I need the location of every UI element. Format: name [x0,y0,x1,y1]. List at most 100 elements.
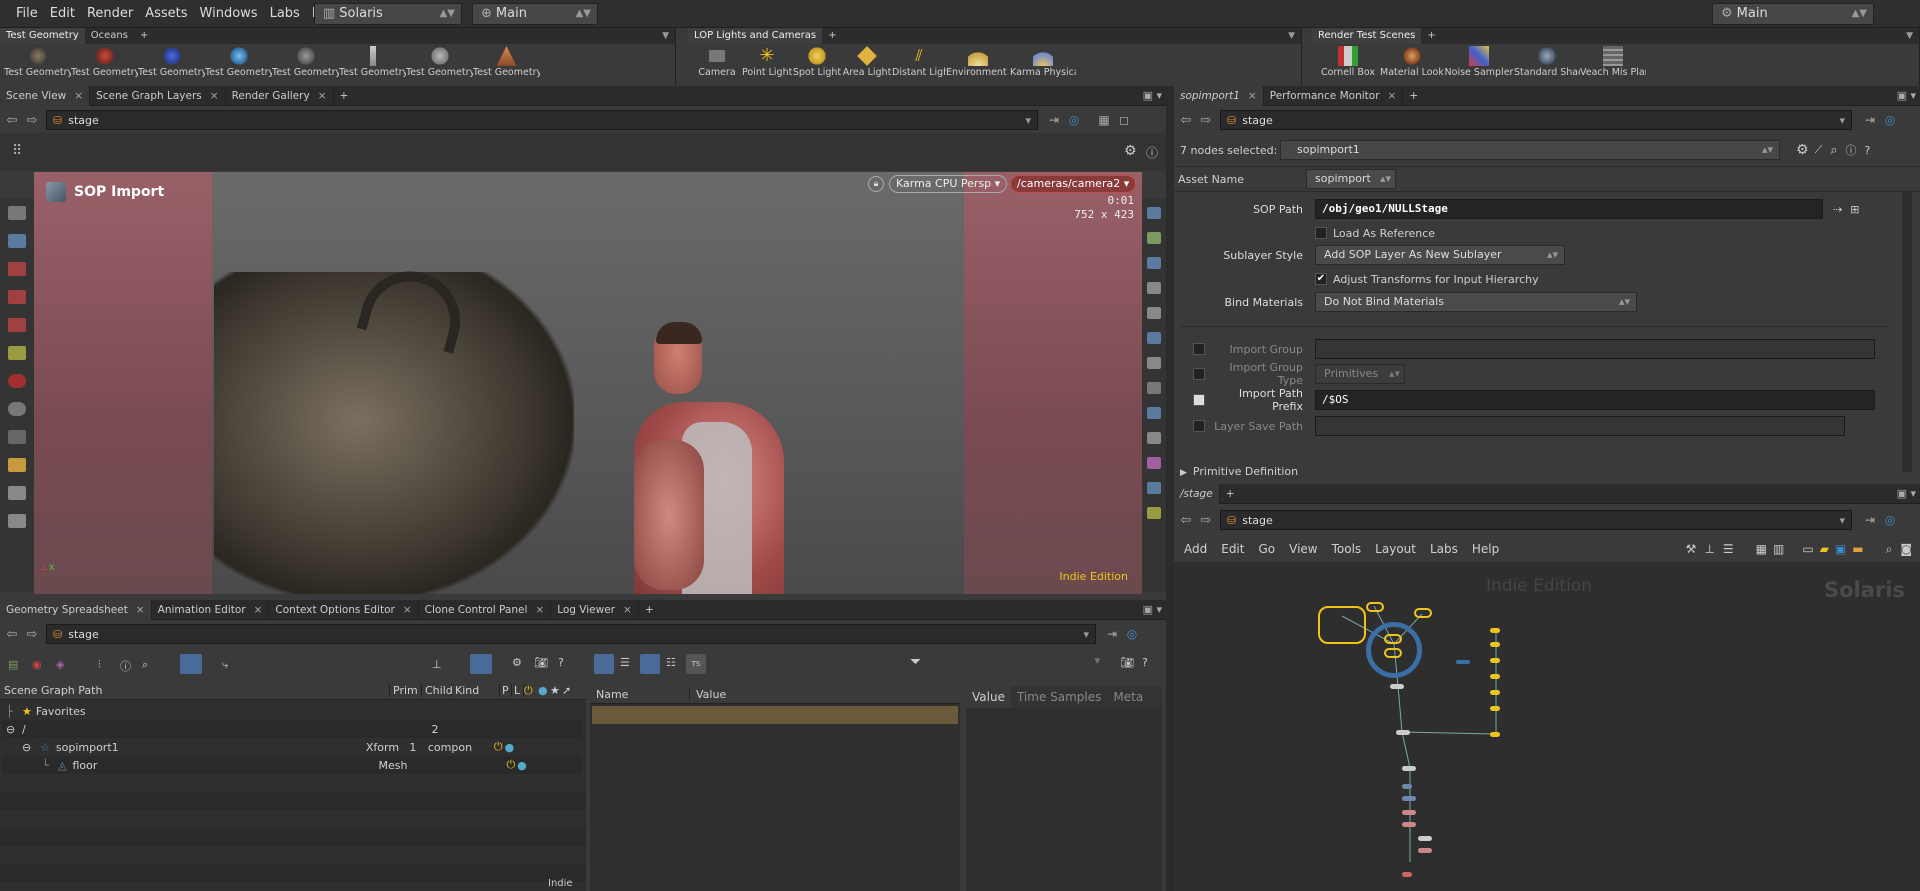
node-selector[interactable]: sopimport1 ▴▾ [1280,140,1780,160]
pane-layout-icon[interactable]: ▣ ▾ [1897,487,1920,500]
node-render[interactable] [1402,872,1412,877]
close-icon[interactable]: × [74,90,83,102]
node-pink-3[interactable] [1418,848,1432,853]
gear-icon[interactable]: ⚙ [1796,142,1809,158]
help-icon[interactable]: ? [1865,144,1871,157]
screen-icon[interactable]: ▭ [1802,542,1813,556]
sop-path-field[interactable]: /obj/geo1/NULLStage [1315,199,1823,219]
active-column-icon[interactable]: ⏻ [524,684,538,698]
close-icon[interactable]: × [318,90,327,102]
hierarchy-icon[interactable]: ⊥ [432,658,442,671]
mask-icon[interactable]: ◈ [56,658,64,671]
tool-test-geometry-t2[interactable]: Test Geometry: T... [406,46,473,78]
import-group-field[interactable] [1315,339,1875,359]
network-menu-tools[interactable]: Tools [1325,542,1369,556]
ruler-icon[interactable] [8,458,26,472]
node-yellow-6[interactable] [1490,706,1500,711]
funnel-icon[interactable]: ⏷ [910,654,921,670]
light-icon[interactable] [1147,307,1161,319]
column-header-child[interactable]: Child [422,684,453,697]
menu-render[interactable]: Render [81,0,139,28]
tree-row-favorites[interactable]: ├ ★ Favorites [2,702,582,720]
pause-icon[interactable] [1147,407,1161,419]
box-icon[interactable]: ▬ [1852,542,1863,556]
render-icon[interactable] [1147,357,1161,369]
column-header-kind[interactable]: Kind [452,684,500,697]
menu-assets[interactable]: Assets [139,0,193,28]
rotate-tool-icon[interactable] [8,290,26,304]
tool-camera[interactable]: Camera [692,46,742,78]
tree-row-floor[interactable]: └ ◬ floor Mesh ⏻ ● [2,756,582,774]
tool-material-lookdev[interactable]: Material Lookdev [1380,46,1444,78]
cube-icon[interactable]: ▦ [1094,113,1114,127]
network-selector[interactable]: ⊕ Main ▲▼ [472,3,598,25]
node-chooser-icon[interactable]: ⊞ [1850,203,1859,216]
column-header-path[interactable]: Scene Graph Path [0,684,390,697]
active-icon[interactable]: ⏻ [494,740,503,754]
handle-tool-icon[interactable] [8,346,26,360]
tree-row-root[interactable]: ⊖ / 2 [2,720,582,738]
info-icon[interactable]: ⓘ [1846,142,1857,158]
tile-view-icon[interactable]: ▥ [1773,542,1784,556]
camera-icon[interactable]: 📷︎ [534,656,548,669]
shelf-menu-icon[interactable]: ▼ [1288,31,1301,41]
node-light-d[interactable] [1384,648,1402,658]
shelf-add-icon[interactable]: + [134,28,154,44]
node-camera[interactable] [1456,660,1470,664]
node-grey-1[interactable] [1418,836,1432,841]
list-icon[interactable]: ☰ [1723,542,1734,556]
shelf-menu-icon[interactable]: ▼ [1906,31,1919,41]
layer-save-path-toggle[interactable] [1193,420,1205,432]
node-yellow-2[interactable] [1490,642,1500,647]
selected-row[interactable] [592,706,958,724]
add-tab-icon[interactable]: + [334,86,355,106]
filter-field[interactable]: ▾ [926,654,1106,674]
right-network-selector[interactable]: ⚙ Main ▲▼ [1712,3,1874,25]
tool-test-geometry-p[interactable]: Test Geometry: P... [71,46,138,78]
close-icon[interactable]: × [1248,90,1257,102]
gear-icon[interactable]: ⚙ [1124,143,1137,159]
tab-value[interactable]: Value [966,686,1011,708]
collapse-toggle-icon[interactable] [470,654,492,674]
close-icon[interactable]: × [210,90,219,102]
collapse-icon[interactable]: ⊖ [2,723,22,736]
viewport[interactable]: SOP Import 🔒︎ Karma CPU Persp ▾ /cameras… [34,172,1142,594]
close-icon[interactable]: × [535,604,544,616]
tool-point-light[interactable]: ✳ Point Light [742,46,792,78]
layer-save-path-field[interactable] [1315,416,1845,436]
search-icon[interactable]: ⌕ [142,658,148,672]
tool-karma-physical-sky[interactable]: Karma Physical Sky... [1010,46,1076,78]
snapshot-icon[interactable] [1147,432,1161,444]
params-scrollbar[interactable] [1902,192,1912,472]
tool-environment-light[interactable]: Environment Light [946,46,1010,78]
close-icon[interactable]: × [623,604,632,616]
color-icon[interactable] [1147,457,1161,469]
view-tool-icon[interactable] [8,430,26,444]
forward-arrow-icon[interactable]: ⇨ [1196,513,1216,528]
network-menu-help[interactable]: Help [1465,542,1506,556]
camera-menu[interactable]: /cameras/camera2 ▾ [1010,175,1137,193]
shelf-menu-icon[interactable]: ▼ [662,31,675,41]
add-tab-icon[interactable]: + [639,600,660,620]
link-icon[interactable]: ◎ [1880,113,1900,127]
grid-dots-icon[interactable]: ⠿ [12,143,22,159]
active-icon[interactable]: ⏻ [506,758,515,772]
tab-context-options-editor[interactable]: Context Options Editor × [269,599,419,620]
tree-view-icon[interactable] [594,654,614,674]
back-arrow-icon[interactable]: ⇦ [1176,113,1196,128]
node-yellow-7[interactable] [1490,732,1500,737]
shelf-tab-lop-lights[interactable]: LOP Lights and Cameras [688,28,823,44]
column-header-l[interactable]: L [512,684,524,697]
menu-file[interactable]: File [10,0,44,28]
node-yellow-1[interactable] [1490,628,1500,633]
info-icon[interactable]: ⓘ [120,658,131,674]
tab-meta[interactable]: Meta [1107,686,1149,708]
help-icon[interactable]: ⓘ [1146,144,1158,161]
shelf-tab-oceans[interactable]: Oceans [85,28,134,44]
load-as-reference-checkbox[interactable] [1315,227,1327,239]
column-header-value[interactable]: Value [690,688,726,701]
path-field[interactable]: ⛁ stage ▾ [46,110,1038,130]
select-column-icon[interactable]: ➚ [562,684,574,697]
display-options-icon[interactable] [1147,207,1161,219]
gear-icon[interactable]: ⚙ [512,656,522,669]
